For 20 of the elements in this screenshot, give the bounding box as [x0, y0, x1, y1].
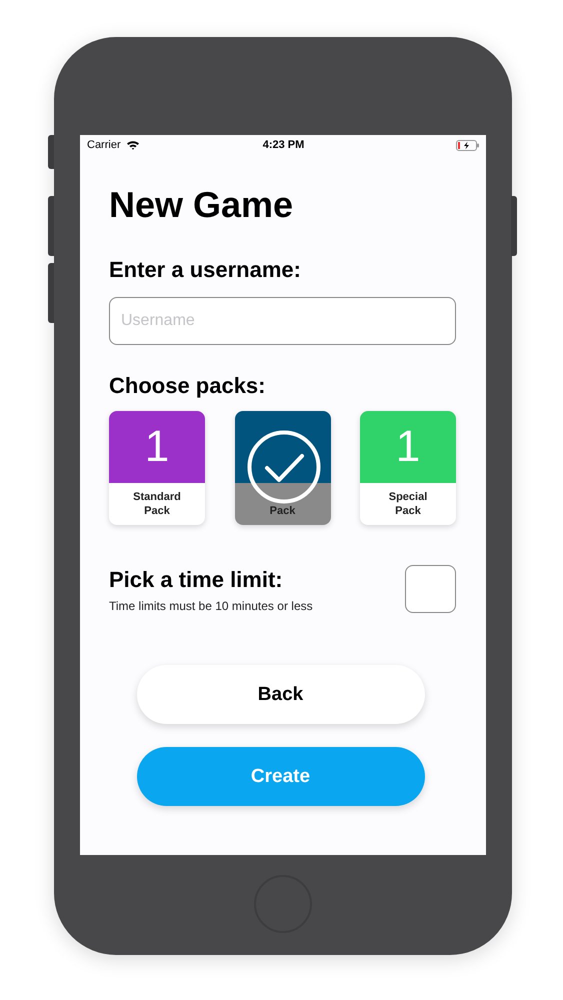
back-button[interactable]: Back [136, 665, 424, 724]
pack-card[interactable]: Pack [234, 411, 330, 525]
pack-card[interactable]: 1 Special Pack [360, 411, 456, 525]
packs-label: Choose packs: [109, 372, 266, 400]
username-label: Enter a username: [109, 256, 302, 284]
checkmark-icon [246, 430, 320, 504]
pack-number: 1 [396, 422, 420, 472]
wifi-icon [126, 140, 140, 150]
pack-name: Standard Pack [132, 490, 182, 519]
pack-name: Special Pack [388, 490, 428, 519]
pack-card[interactable]: 1 Standard Pack [109, 411, 205, 525]
time-limit-label: Pick a time limit: [109, 566, 284, 594]
username-field[interactable]: Username [109, 297, 456, 345]
pack-name: Pack [234, 483, 330, 525]
time-limit-checkbox[interactable] [405, 565, 456, 613]
carrier-label: Carrier [87, 139, 121, 151]
screen-title: New Game [109, 184, 294, 226]
time-limit-hint: Time limits must be 10 minutes or less [109, 598, 313, 612]
status-time: 4:23 PM [262, 139, 304, 151]
pack-number: 1 [144, 422, 170, 472]
